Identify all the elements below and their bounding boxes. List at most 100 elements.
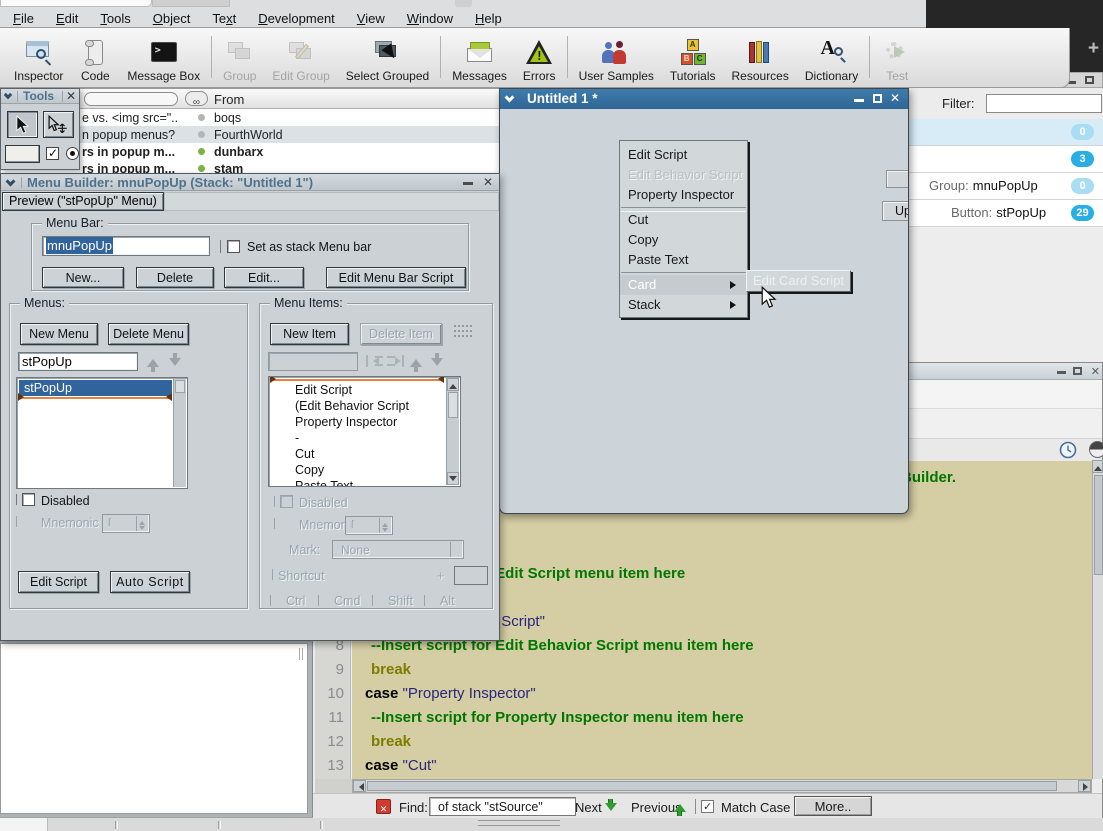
menu-disabled-checkbox[interactable] [22,493,35,506]
indent-icon[interactable] [387,354,404,368]
modifier-alt-label[interactable]: Alt [440,594,455,608]
toolbar-button-message-box[interactable]: Message Box [119,31,208,86]
scroll-up-icon[interactable] [447,378,459,391]
listbox-item-edit-behavior-script[interactable]: (Edit Behavior Script [271,398,444,414]
edit-menubar-script-button[interactable]: Edit Menu Bar Script [326,267,466,288]
menubar-item-object[interactable]: Object [142,8,202,28]
menubar-item-help[interactable]: Help [464,8,513,28]
pane-grip-icon[interactable] [302,648,303,660]
toolbar-button-code[interactable]: Code [71,31,119,86]
chevron-down-icon[interactable] [4,91,12,99]
close-icon[interactable] [1091,365,1100,378]
scroll-right-icon[interactable] [1078,780,1091,792]
menus-listbox[interactable]: stPopUp [16,377,188,489]
set-stack-menubar-checkbox[interactable] [227,240,240,253]
edit-menubar-button[interactable]: Edit... [224,267,304,288]
tools-titlebar[interactable]: Tools [1,89,79,104]
delete-menubar-button[interactable]: Delete [136,267,214,288]
scroll-down-icon[interactable] [447,472,459,485]
toolbar-button-dictionary[interactable]: Dictionary [797,31,866,86]
menu-items-listbox[interactable]: Edit Script(Edit Behavior ScriptProperty… [268,376,461,487]
toolbar-button-errors[interactable]: Errors [515,31,564,86]
listbox-item-paste-text[interactable]: Paste Text [271,478,444,487]
auto-script-button[interactable]: Auto Script [110,571,190,593]
find-next-button[interactable]: Next [575,800,602,815]
listbox-item-cut[interactable]: Cut [271,446,444,462]
menu-builder-titlebar[interactable]: Menu Builder: mnuPopUp (Stack: "Untitled… [1,174,499,191]
menu-item-cut[interactable]: Cut [620,210,747,230]
scrollbar-thumb[interactable] [1094,475,1103,575]
find-input[interactable]: of stack "stSource" [429,797,576,816]
scroll-up-icon[interactable] [1092,460,1103,473]
new-menubar-button[interactable]: New... [42,267,124,288]
radio-tool-icon[interactable] [66,147,79,160]
menubar-item-development[interactable]: Development [247,8,346,28]
chevron-down-icon[interactable] [505,93,515,103]
item-disabled-checkbox[interactable] [280,495,293,508]
project-row-mnupopup[interactable]: Group:mnuPopUp0 [906,173,1103,200]
outdent-icon[interactable] [366,354,383,368]
close-icon[interactable] [890,91,900,105]
toolbar-button-resources[interactable]: Resources [724,31,797,86]
move-item-down-icon[interactable] [429,353,445,369]
move-up-icon[interactable] [145,353,161,369]
delete-item-button[interactable]: Delete Item [360,323,442,345]
pointer-tool-button[interactable] [7,111,38,138]
horizontal-scrollbar[interactable] [352,779,1092,793]
chevron-down-icon[interactable] [6,177,16,187]
shortcut-key-field[interactable] [454,566,488,585]
toolbar-button-edit-group[interactable]: Edit Group [264,31,337,86]
spinner-icon[interactable] [379,518,390,533]
move-down-icon[interactable] [167,353,183,369]
item-mnemonic-stepper[interactable]: ſ [345,516,393,535]
scrollbar-thumb[interactable] [175,380,185,393]
resize-grip-icon[interactable] [478,820,560,826]
vertical-scrollbar[interactable] [1092,461,1103,779]
scrollbar-thumb[interactable] [367,781,1057,791]
menubar-item-view[interactable]: View [346,8,396,28]
toolbar-button-select-grouped[interactable]: Select Grouped [338,31,437,86]
item-name-field[interactable] [268,352,358,371]
spinner-icon[interactable] [136,516,147,531]
maximize-icon[interactable] [873,94,882,103]
maximize-icon[interactable] [1073,367,1082,375]
menubar-item-window[interactable]: Window [396,8,464,28]
toolbar-button-group[interactable]: Group [215,31,264,86]
toolbar-button-inspector[interactable]: Inspector [6,31,71,86]
new-tab-icon[interactable] [1088,38,1099,60]
toolbar-button-tutorials[interactable]: Tutorials [662,31,724,86]
match-case-checkbox[interactable] [701,800,714,813]
minimize-icon[interactable] [1057,371,1066,374]
listbox-item-property-inspector[interactable]: Property Inspector [271,414,444,430]
menu-item-paste-text[interactable]: Paste Text [620,250,747,270]
modifier-shift-label[interactable]: Shift [388,594,413,608]
menubar-name-field[interactable]: mnuPopUp [42,236,210,256]
clipped-stpopup-button[interactable]: Up [882,201,909,221]
modifier-ctrl-label[interactable]: Ctrl [286,594,305,608]
new-item-button[interactable]: New Item [270,323,349,345]
mark-dropdown[interactable]: None [332,540,464,559]
filter-input[interactable] [986,94,1102,113]
menu-mnemonic-stepper[interactable]: ſ [102,514,150,533]
menubar-item-file[interactable]: File [2,8,45,28]
project-row-stpopup[interactable]: Button:stPopUp29 [906,200,1103,227]
close-icon[interactable] [66,89,76,103]
list-scrollbar[interactable] [446,378,459,485]
toolbar-button-messages[interactable]: Messages [444,31,515,86]
reorder-grid-icon[interactable] [454,325,472,340]
new-menu-button[interactable]: New Menu [20,323,98,345]
infinity-icon[interactable] [185,91,208,106]
scrollbar-thumb[interactable] [448,392,458,418]
list-scrollbar[interactable] [173,379,186,487]
preview-menu-button[interactable]: Preview ("stPopUp" Menu) [2,192,164,211]
menus-list-selected-item[interactable]: stPopUp [19,380,172,396]
menu-item-stack[interactable]: Stack [620,295,747,315]
modifier-cmd-label[interactable]: Cmd [334,594,360,608]
menu-item-edit-behavior-script[interactable]: Edit Behavior Script [620,165,747,185]
delete-menu-button[interactable]: Delete Menu [108,323,189,345]
toolbar-button-user-samples[interactable]: User Samples [571,31,662,86]
edit-menu-script-button[interactable]: Edit Script [18,571,99,593]
scroll-left-icon[interactable] [353,780,366,792]
menu-item-property-inspector[interactable]: Property Inspector [620,185,747,205]
listbox-item-edit-script[interactable]: Edit Script [271,382,444,398]
